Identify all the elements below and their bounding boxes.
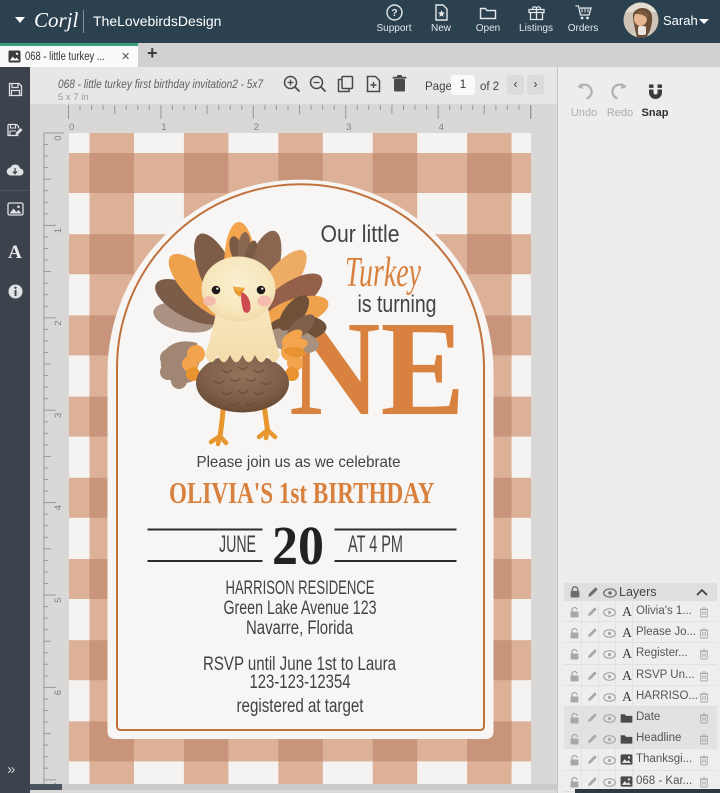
svg-text:Corjl: Corjl [34, 8, 79, 32]
svg-text:4: 4 [439, 122, 444, 133]
svg-text:123-123-12354: 123-123-12354 [249, 672, 350, 693]
svg-text:OLIVIA'S 1st BIRTHDAY: OLIVIA'S 1st BIRTHDAY [169, 475, 435, 510]
svg-text:6: 6 [53, 690, 64, 695]
svg-text:2: 2 [254, 122, 259, 133]
svg-text:is turning: is turning [357, 291, 436, 318]
svg-text:AT 4 PM: AT 4 PM [348, 531, 403, 558]
svg-text:4: 4 [53, 505, 64, 510]
svg-text:3: 3 [53, 413, 64, 418]
svg-text:1: 1 [161, 122, 166, 133]
svg-text:3: 3 [346, 122, 351, 133]
svg-text:Our little: Our little [320, 221, 399, 248]
svg-text:JUNE: JUNE [219, 531, 256, 558]
svg-text:Please join us as we celebrate: Please join us as we celebrate [196, 454, 400, 471]
svg-text:HARRISON RESIDENCE: HARRISON RESIDENCE [225, 578, 374, 599]
svg-text:5: 5 [53, 598, 64, 603]
svg-text:Green Lake Avenue 123: Green Lake Avenue 123 [223, 598, 376, 619]
svg-text:?: ? [391, 8, 397, 19]
svg-text:Navarre, Florida: Navarre, Florida [246, 618, 353, 639]
svg-text:registered at target: registered at target [236, 696, 364, 717]
svg-text:0: 0 [53, 136, 64, 141]
svg-text:1: 1 [53, 228, 64, 233]
svg-text:2: 2 [53, 320, 64, 325]
svg-text:0: 0 [69, 122, 74, 133]
svg-text:20: 20 [272, 515, 324, 576]
svg-text:Turkey: Turkey [345, 250, 421, 296]
